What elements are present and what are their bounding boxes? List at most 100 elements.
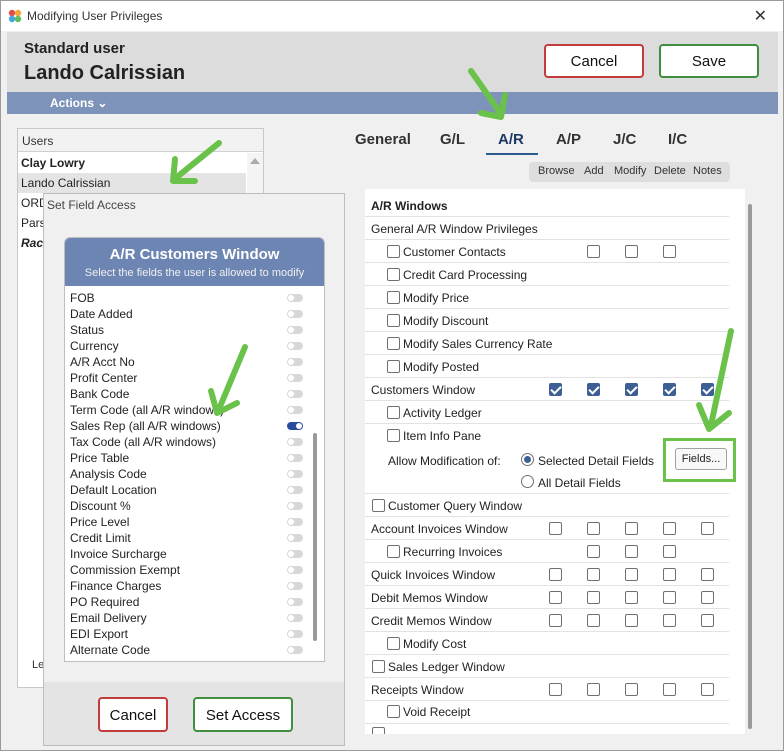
field-toggle[interactable] — [287, 438, 303, 446]
user-row[interactable]: Clay Lowry — [18, 153, 246, 173]
field-toggle[interactable] — [287, 550, 303, 558]
field-toggle[interactable] — [287, 374, 303, 382]
field-toggle[interactable] — [287, 518, 303, 526]
privilege-checkbox[interactable] — [372, 727, 385, 734]
field-row: Status — [70, 322, 308, 338]
field-toggle[interactable] — [287, 294, 303, 302]
field-toggle[interactable] — [287, 422, 303, 430]
add-checkbox[interactable] — [587, 383, 600, 396]
privileges-scrollbar[interactable] — [748, 204, 752, 729]
privilege-checkbox[interactable] — [387, 637, 400, 650]
field-toggle[interactable] — [287, 358, 303, 366]
all-fields-radio[interactable] — [521, 475, 534, 488]
delete-checkbox[interactable] — [663, 591, 676, 604]
cancel-button[interactable]: Cancel — [544, 44, 644, 78]
browse-checkbox[interactable] — [549, 522, 562, 535]
field-list-scrollbar[interactable] — [313, 433, 317, 641]
notes-checkbox[interactable] — [701, 568, 714, 581]
add-checkbox[interactable] — [587, 591, 600, 604]
privilege-checkbox[interactable] — [387, 268, 400, 281]
modify-checkbox[interactable] — [625, 522, 638, 535]
scroll-up-icon[interactable] — [250, 158, 260, 164]
set-access-button[interactable]: Set Access — [193, 697, 293, 732]
field-toggle[interactable] — [287, 582, 303, 590]
privilege-checkbox[interactable] — [387, 314, 400, 327]
tab-gl[interactable]: G/L — [440, 131, 465, 148]
actions-menu[interactable]: Actions ⌄ — [50, 96, 107, 110]
delete-checkbox[interactable] — [663, 545, 676, 558]
privilege-checkbox[interactable] — [387, 406, 400, 419]
modify-checkbox[interactable] — [625, 591, 638, 604]
delete-checkbox[interactable] — [663, 245, 676, 258]
delete-checkbox[interactable] — [663, 614, 676, 627]
notes-checkbox[interactable] — [701, 383, 714, 396]
privilege-checkbox[interactable] — [387, 337, 400, 350]
privilege-checkbox[interactable] — [387, 545, 400, 558]
add-checkbox[interactable] — [587, 522, 600, 535]
field-toggle[interactable] — [287, 406, 303, 414]
field-toggle[interactable] — [287, 646, 303, 654]
privilege-checkbox[interactable] — [387, 429, 400, 442]
tab-ap[interactable]: A/P — [556, 131, 581, 148]
add-checkbox[interactable] — [587, 614, 600, 627]
delete-checkbox[interactable] — [663, 568, 676, 581]
field-toggle[interactable] — [287, 326, 303, 334]
modify-checkbox[interactable] — [625, 683, 638, 696]
save-button[interactable]: Save — [659, 44, 759, 78]
privilege-row: Credit Memos Window — [365, 609, 729, 632]
delete-checkbox[interactable] — [663, 683, 676, 696]
modify-checkbox[interactable] — [625, 383, 638, 396]
browse-checkbox[interactable] — [549, 383, 562, 396]
main-window: Modifying User Privileges ✕ Standard use… — [0, 0, 784, 751]
tab-ar[interactable]: A/R — [498, 131, 524, 148]
modify-checkbox[interactable] — [625, 614, 638, 627]
modify-checkbox[interactable] — [625, 545, 638, 558]
notes-checkbox[interactable] — [701, 683, 714, 696]
privilege-row: Modify Posted — [365, 355, 729, 378]
field-label: Sales Rep (all A/R windows) — [70, 419, 221, 433]
browse-checkbox[interactable] — [549, 568, 562, 581]
browse-checkbox[interactable] — [549, 591, 562, 604]
notes-checkbox[interactable] — [701, 591, 714, 604]
field-toggle[interactable] — [287, 630, 303, 638]
header-panel: Standard user Lando Calrissian Cancel Sa… — [7, 32, 778, 92]
add-checkbox[interactable] — [587, 683, 600, 696]
field-toggle[interactable] — [287, 486, 303, 494]
privilege-checkbox[interactable] — [372, 660, 385, 673]
add-checkbox[interactable] — [587, 545, 600, 558]
modify-checkbox[interactable] — [625, 245, 638, 258]
privilege-checkbox[interactable] — [387, 705, 400, 718]
tab-jc[interactable]: J/C — [613, 131, 636, 148]
privilege-checkbox[interactable] — [387, 360, 400, 373]
privilege-checkbox[interactable] — [387, 245, 400, 258]
tab-ic[interactable]: I/C — [668, 131, 687, 148]
field-toggle[interactable] — [287, 390, 303, 398]
field-toggle[interactable] — [287, 454, 303, 462]
dialog-title: Set Field Access — [47, 198, 136, 212]
field-toggle[interactable] — [287, 566, 303, 574]
field-toggle[interactable] — [287, 502, 303, 510]
user-row-selected[interactable]: Lando Calrissian — [18, 173, 246, 193]
field-label: Alternate Code — [70, 643, 151, 657]
field-toggle[interactable] — [287, 342, 303, 350]
field-toggle[interactable] — [287, 534, 303, 542]
tab-general[interactable]: General — [355, 131, 411, 148]
privilege-checkbox[interactable] — [387, 291, 400, 304]
field-toggle[interactable] — [287, 598, 303, 606]
modify-checkbox[interactable] — [625, 568, 638, 581]
browse-checkbox[interactable] — [549, 614, 562, 627]
delete-checkbox[interactable] — [663, 383, 676, 396]
selected-fields-radio[interactable] — [521, 453, 534, 466]
field-toggle[interactable] — [287, 310, 303, 318]
browse-checkbox[interactable] — [549, 683, 562, 696]
privilege-checkbox[interactable] — [372, 499, 385, 512]
delete-checkbox[interactable] — [663, 522, 676, 535]
field-toggle[interactable] — [287, 470, 303, 478]
notes-checkbox[interactable] — [701, 614, 714, 627]
notes-checkbox[interactable] — [701, 522, 714, 535]
add-checkbox[interactable] — [587, 568, 600, 581]
add-checkbox[interactable] — [587, 245, 600, 258]
field-toggle[interactable] — [287, 614, 303, 622]
close-icon[interactable]: ✕ — [754, 6, 767, 26]
dialog-cancel-button[interactable]: Cancel — [98, 697, 168, 732]
